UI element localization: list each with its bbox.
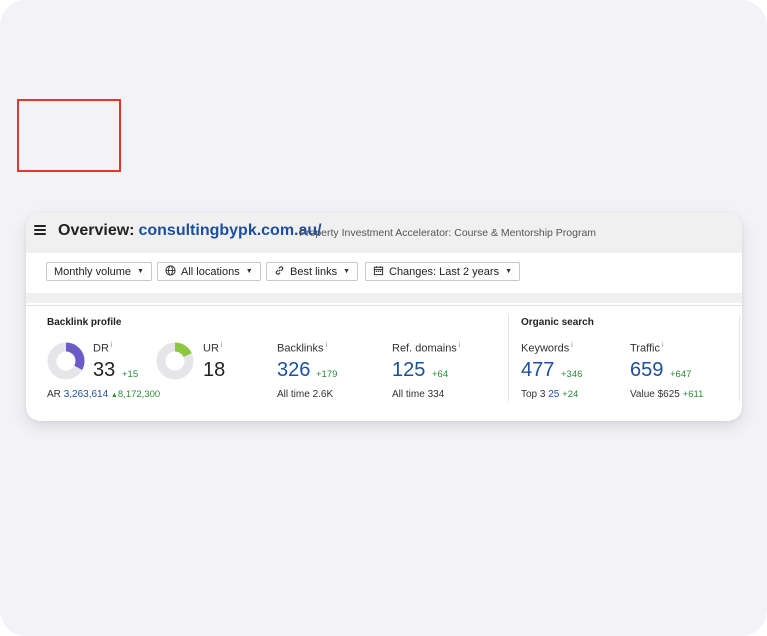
backlinks-alltime: All time 2.6K: [277, 389, 333, 400]
keywords-label-text: Keywords: [521, 342, 570, 355]
overview-card: Overview: consultingbypk.com.au/ Property…: [26, 213, 742, 421]
link-icon: [274, 265, 285, 279]
overview-label: Overview:: [58, 222, 135, 239]
right-edge-divider: [739, 315, 740, 401]
keywords-top3-delta: +24: [562, 389, 579, 400]
traffic-value-amount: $625: [657, 389, 680, 400]
keywords-label[interactable]: Keywords i: [521, 342, 573, 355]
caret-down-icon: ▼: [137, 268, 144, 275]
keywords-top3: Top 3 25 +24: [521, 389, 578, 400]
info-icon[interactable]: i: [571, 342, 573, 349]
menu-icon[interactable]: [34, 225, 46, 235]
backlink-profile-title: Backlink profile: [47, 317, 122, 328]
triangle-up-icon: ▲: [110, 392, 118, 399]
traffic-value-label: Value: [630, 389, 655, 400]
ur-donut: [156, 342, 194, 380]
ar-row: AR 3,263,614 ▲8,172,300: [47, 389, 160, 400]
traffic-label[interactable]: Traffic i: [630, 342, 664, 355]
volume-dropdown[interactable]: Monthly volume ▼: [46, 262, 152, 281]
ref-domains-value[interactable]: 125: [392, 359, 425, 382]
ref-domains-label[interactable]: Ref. domains i: [392, 342, 460, 355]
ref-domains-alltime: All time 334: [392, 389, 444, 400]
target-domain-link[interactable]: consultingbypk.com.au/: [138, 222, 321, 239]
overview-header: Overview: consultingbypk.com.au/ Property…: [26, 213, 742, 253]
dr-highlight-box: [17, 99, 121, 172]
ref-domains-label-text: Ref. domains: [392, 342, 457, 355]
locations-dropdown[interactable]: All locations ▼: [157, 262, 261, 281]
backlinks-delta: +179: [316, 369, 338, 380]
ar-label: AR: [47, 389, 61, 400]
backlinks-value[interactable]: 326: [277, 359, 310, 382]
locations-dropdown-label: All locations: [181, 265, 240, 278]
info-icon[interactable]: i: [325, 342, 327, 349]
links-dropdown[interactable]: Best links ▼: [266, 262, 359, 281]
keywords-top3-value[interactable]: 25: [548, 389, 559, 400]
page-title: Overview: consultingbypk.com.au/: [58, 222, 322, 240]
caret-down-icon: ▼: [343, 268, 351, 275]
ar-delta-value: 8,172,300: [117, 389, 161, 400]
ref-domains-alltime-label: All time: [392, 389, 425, 400]
keywords-top3-label: Top 3: [521, 389, 546, 400]
dr-label-text: DR: [93, 342, 109, 355]
info-icon[interactable]: i: [459, 342, 461, 349]
calendar-icon: [373, 265, 384, 279]
info-icon[interactable]: i: [111, 342, 113, 349]
traffic-value[interactable]: 659: [630, 359, 663, 382]
ref-domains-delta: +64: [432, 369, 449, 380]
globe-icon: [165, 264, 176, 279]
info-icon[interactable]: i: [221, 342, 223, 349]
ref-domains-alltime-value: 334: [427, 389, 445, 400]
links-dropdown-label: Best links: [290, 265, 338, 278]
backlinks-alltime-value: 2.6K: [312, 389, 334, 400]
traffic-label-text: Traffic: [630, 342, 660, 355]
info-icon[interactable]: i: [662, 342, 664, 349]
backlinks-alltime-label: All time: [277, 389, 310, 400]
ur-label[interactable]: UR i: [203, 342, 222, 355]
volume-dropdown-label: Monthly volume: [54, 265, 132, 278]
traffic-value-row: Value $625 +611: [630, 389, 703, 400]
backlinks-label-text: Backlinks: [277, 342, 324, 355]
traffic-value-delta: +611: [682, 389, 704, 400]
ar-delta: ▲8,172,300: [111, 389, 160, 400]
dr-label[interactable]: DR i: [93, 342, 112, 355]
traffic-delta: +647: [670, 369, 692, 380]
ar-value[interactable]: 3,263,614: [64, 389, 109, 400]
ur-value: 18: [203, 359, 226, 381]
changes-dropdown-label: Changes: Last 2 years: [389, 265, 500, 278]
metrics-panel: Backlink profile DR i 33 +15 UR i 18 AR 3,…: [26, 303, 742, 421]
ur-label-text: UR: [203, 342, 219, 355]
dr-delta: +15: [122, 369, 139, 380]
keywords-delta: +346: [561, 369, 583, 380]
section-gap: [26, 293, 742, 303]
keywords-value[interactable]: 477: [521, 359, 554, 382]
changes-dropdown[interactable]: Changes: Last 2 years ▼: [365, 262, 521, 281]
section-divider: [508, 315, 509, 401]
page-description: Property Investment Accelerator: Course …: [299, 227, 597, 239]
dr-value: 33: [93, 359, 116, 381]
organic-search-title: Organic search: [521, 317, 594, 328]
backlinks-label[interactable]: Backlinks i: [277, 342, 327, 355]
caret-down-icon: ▼: [245, 268, 253, 275]
dr-donut: [47, 342, 85, 380]
caret-down-icon: ▼: [505, 268, 513, 275]
